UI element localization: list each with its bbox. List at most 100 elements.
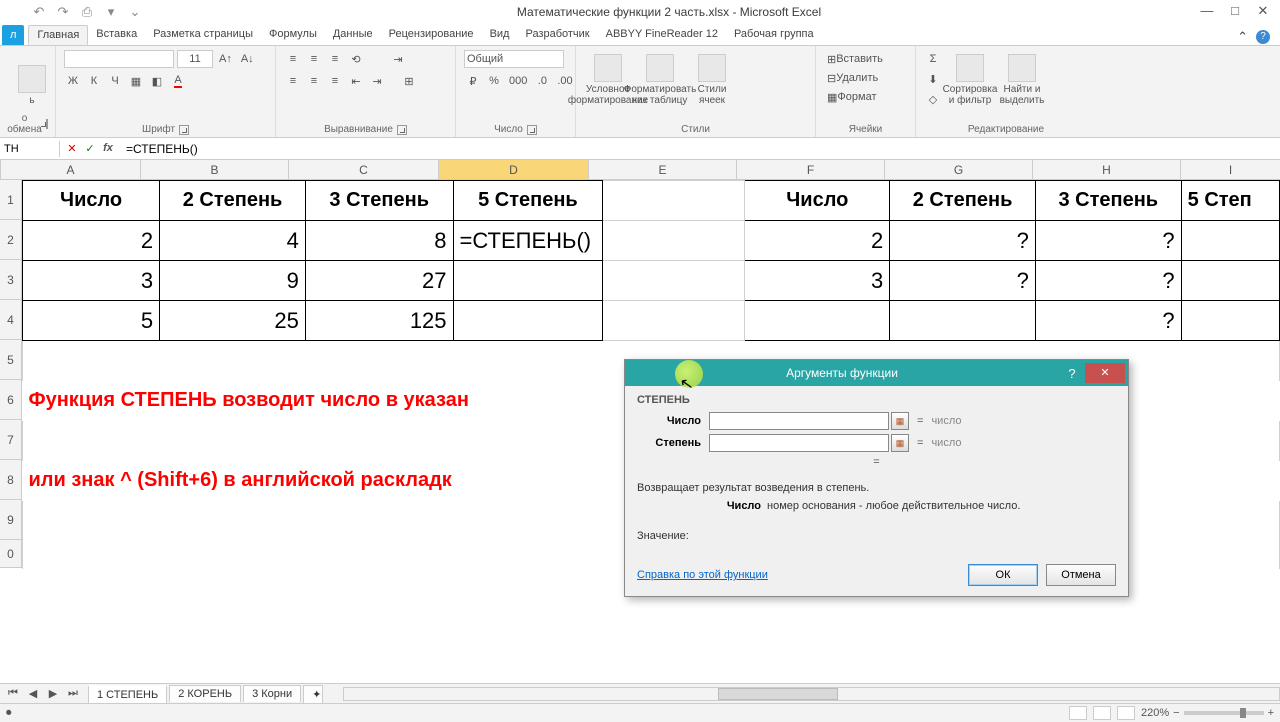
merge-button[interactable]: ⊞ bbox=[389, 72, 429, 90]
fill-color-icon[interactable]: ◧ bbox=[148, 72, 166, 90]
align-top-icon[interactable]: ≡ bbox=[284, 50, 302, 68]
wrap-text-button[interactable]: ⇥ bbox=[368, 50, 428, 68]
col-header-f[interactable]: F bbox=[737, 160, 885, 180]
zoom-in-icon[interactable]: + bbox=[1268, 707, 1274, 719]
cell[interactable]: 5 Степ bbox=[1181, 181, 1279, 221]
active-cell[interactable]: =СТЕПЕНЬ() bbox=[453, 221, 603, 261]
cell[interactable]: 9 bbox=[160, 261, 306, 301]
cell[interactable]: 2 bbox=[23, 221, 160, 261]
indent-inc-icon[interactable]: ⇥ bbox=[368, 72, 386, 90]
horizontal-scrollbar[interactable] bbox=[343, 687, 1280, 701]
zoom-slider[interactable] bbox=[1184, 711, 1264, 715]
font-size-select[interactable]: 11 bbox=[177, 50, 213, 68]
new-sheet-button[interactable]: ✦ bbox=[303, 685, 323, 703]
font-family-select[interactable] bbox=[64, 50, 174, 68]
tab-workgroup[interactable]: Рабочая группа bbox=[726, 25, 822, 45]
currency-icon[interactable]: ₽ bbox=[464, 72, 482, 90]
arg1-input[interactable] bbox=[709, 412, 889, 430]
tab-abbyy[interactable]: ABBYY FineReader 12 bbox=[598, 25, 726, 45]
cancel-formula-icon[interactable]: ✕ bbox=[64, 142, 80, 155]
row-header[interactable]: 3 bbox=[0, 260, 22, 300]
cell[interactable]: 5 Степень bbox=[453, 181, 603, 221]
cell[interactable]: 125 bbox=[305, 301, 453, 341]
cell[interactable] bbox=[603, 301, 745, 341]
sheet-nav-next-icon[interactable]: ▶ bbox=[44, 685, 62, 703]
indent-dec-icon[interactable]: ⇤ bbox=[347, 72, 365, 90]
format-cells-button[interactable]: ▦ Формат bbox=[824, 88, 904, 106]
col-header-h[interactable]: H bbox=[1033, 160, 1181, 180]
name-box[interactable]: ТН bbox=[0, 141, 60, 157]
delete-cells-button[interactable]: ⊟ Удалить bbox=[824, 69, 904, 87]
find-select-button[interactable]: Найти и выделить bbox=[998, 50, 1046, 106]
cell[interactable] bbox=[1181, 221, 1279, 261]
qat-more-icon[interactable]: ⌄ bbox=[126, 3, 144, 21]
align-right-icon[interactable]: ≡ bbox=[326, 72, 344, 90]
sheet-nav-last-icon[interactable]: ⏭ bbox=[64, 685, 82, 703]
font-color-icon[interactable]: A bbox=[169, 72, 187, 90]
font-dialog-icon[interactable] bbox=[179, 125, 189, 135]
pagebreak-view-icon[interactable] bbox=[1117, 706, 1135, 720]
zoom-out-icon[interactable]: − bbox=[1173, 707, 1179, 719]
number-dialog-icon[interactable] bbox=[527, 125, 537, 135]
cell[interactable] bbox=[603, 181, 745, 221]
cancel-button[interactable]: Отмена bbox=[1046, 564, 1116, 586]
col-header-d[interactable]: D bbox=[439, 160, 589, 180]
align-bottom-icon[interactable]: ≡ bbox=[326, 50, 344, 68]
cell[interactable]: 2 bbox=[745, 221, 890, 261]
row-header[interactable]: 1 bbox=[0, 180, 22, 220]
cell[interactable]: 2 Степень bbox=[160, 181, 306, 221]
cell[interactable]: 3 bbox=[23, 261, 160, 301]
cell[interactable]: 8 bbox=[305, 221, 453, 261]
border-icon[interactable]: ▦ bbox=[127, 72, 145, 90]
col-header-e[interactable]: E bbox=[589, 160, 737, 180]
row-header[interactable]: 4 bbox=[0, 300, 22, 340]
col-header-b[interactable]: B bbox=[141, 160, 289, 180]
tab-formulas[interactable]: Формулы bbox=[261, 25, 325, 45]
cell[interactable] bbox=[453, 301, 603, 341]
align-center-icon[interactable]: ≡ bbox=[305, 72, 323, 90]
sheet-nav-first-icon[interactable]: ⏮ bbox=[4, 685, 22, 703]
fill-button[interactable]: ⬇ bbox=[924, 70, 942, 88]
cell[interactable]: 3 bbox=[745, 261, 890, 301]
inc-decimal-icon[interactable]: .0 bbox=[533, 72, 551, 90]
align-middle-icon[interactable]: ≡ bbox=[305, 50, 323, 68]
autosum-button[interactable]: Σ bbox=[924, 50, 942, 68]
dialog-help-link[interactable]: Справка по этой функции bbox=[637, 569, 768, 581]
cell[interactable] bbox=[1181, 261, 1279, 301]
format-as-table-button[interactable]: Форматировать как таблицу bbox=[636, 50, 684, 106]
sheet-tab[interactable]: 3 Корни bbox=[243, 685, 301, 702]
row-header[interactable]: 0 bbox=[0, 540, 22, 568]
insert-cells-button[interactable]: ⊞ Вставить bbox=[824, 50, 904, 68]
tab-developer[interactable]: Разработчик bbox=[517, 25, 597, 45]
cell[interactable] bbox=[745, 301, 890, 341]
dialog-close-button[interactable]: ✕ bbox=[1085, 363, 1125, 383]
minimize-button[interactable]: — bbox=[1194, 3, 1220, 21]
cell[interactable] bbox=[1181, 301, 1279, 341]
orientation-icon[interactable]: ⟲ bbox=[347, 50, 365, 68]
sheet-tab[interactable]: 1 СТЕПЕНЬ bbox=[88, 685, 167, 703]
formula-input[interactable]: =СТЕПЕНЬ() bbox=[120, 140, 1280, 158]
align-left-icon[interactable]: ≡ bbox=[284, 72, 302, 90]
cell[interactable]: 4 bbox=[160, 221, 306, 261]
close-button[interactable]: ✕ bbox=[1250, 3, 1276, 21]
cell[interactable]: ? bbox=[890, 261, 1036, 301]
col-header-g[interactable]: G bbox=[885, 160, 1033, 180]
sheet-nav-prev-icon[interactable]: ◀ bbox=[24, 685, 42, 703]
ribbon-minimize-icon[interactable]: ⌃ bbox=[1237, 29, 1248, 45]
qat-dropdown-icon[interactable]: ▾ bbox=[102, 3, 120, 21]
help-icon[interactable]: ? bbox=[1256, 30, 1270, 44]
row-header[interactable]: 9 bbox=[0, 500, 22, 540]
tab-home[interactable]: Главная bbox=[28, 25, 88, 45]
decrease-font-icon[interactable]: A↓ bbox=[238, 50, 257, 68]
sheet-tab[interactable]: 2 КОРЕНЬ bbox=[169, 685, 241, 702]
arg1-range-picker-icon[interactable]: ▦ bbox=[891, 412, 909, 430]
record-macro-icon[interactable]: ⏺ bbox=[6, 707, 12, 720]
paste-button[interactable]: ь bbox=[8, 50, 56, 106]
bold-button[interactable]: Ж bbox=[64, 72, 82, 90]
clipboard-dialog-icon[interactable] bbox=[46, 119, 48, 129]
cell[interactable]: ? bbox=[890, 221, 1036, 261]
cell[interactable] bbox=[453, 261, 603, 301]
cell[interactable] bbox=[890, 301, 1036, 341]
ok-button[interactable]: ОК bbox=[968, 564, 1038, 586]
col-header-i[interactable]: I bbox=[1181, 160, 1280, 180]
